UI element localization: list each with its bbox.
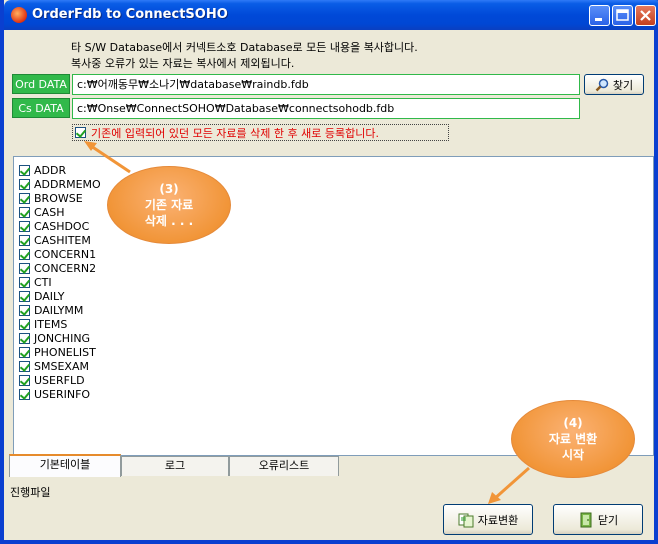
table-checkbox[interactable] [19, 234, 30, 246]
table-name: CASHDOC [34, 219, 90, 233]
table-name: ADDRMEMO [34, 177, 101, 191]
table-checkbox[interactable] [19, 360, 30, 372]
table-list-item[interactable]: DAILY [19, 289, 64, 303]
table-name: ADDR [34, 163, 67, 177]
close-button[interactable] [635, 5, 656, 26]
table-list-item[interactable]: PHONELIST [19, 345, 96, 359]
convert-button[interactable]: 자료변환 [443, 504, 533, 535]
table-list-item[interactable]: CONCERN2 [19, 261, 96, 275]
callout-4-arrow [492, 466, 530, 502]
convert-button-label: 자료변환 [477, 513, 519, 527]
cs-data-label: Cs DATA [12, 98, 70, 118]
door-exit-icon [580, 512, 592, 527]
callout-3-bubble: (3) 기존 자료 삭제 . . . [107, 166, 231, 244]
table-checkbox[interactable] [19, 304, 30, 316]
table-checkbox[interactable] [19, 276, 30, 288]
table-list-item[interactable]: USERFLD [19, 373, 85, 387]
delete-existing-option[interactable]: 기존에 입력되어 있던 모든 자료를 삭제 한 후 새로 등록합니다. [72, 124, 449, 141]
callout-3-arrowhead [84, 141, 97, 151]
table-checkbox[interactable] [19, 192, 30, 204]
table-name: JONCHING [34, 331, 91, 345]
tab-error-list[interactable]: 오류리스트 [229, 456, 339, 476]
dialog-content: 타 S/W Database에서 커넥트소호 Database로 모든 내용을 … [4, 30, 654, 540]
ord-data-path-input[interactable]: c:₩어깨동무₩소나기₩database₩raindb.fdb [72, 74, 580, 95]
description-line-2: 복사중 오류가 있는 자료는 복사에서 제외됩니다. [71, 57, 295, 70]
table-checkbox[interactable] [19, 346, 30, 358]
table-list-item[interactable]: CASH [19, 205, 64, 219]
description-line-1: 타 S/W Database에서 커넥트소호 Database로 모든 내용을 … [71, 41, 418, 54]
callout-4-arrowhead [488, 492, 501, 504]
callout-4-bubble: (4) 자료 변환 시작 [511, 400, 635, 478]
table-name: DAILYMM [34, 303, 84, 317]
table-name: USERFLD [34, 373, 85, 387]
table-checkbox[interactable] [19, 178, 30, 190]
table-list-item[interactable]: CTI [19, 275, 52, 289]
window-title: OrderFdb to ConnectSOHO [32, 7, 228, 22]
tab-log[interactable]: 로그 [121, 456, 229, 476]
table-name: CONCERN2 [34, 261, 97, 275]
table-checkbox[interactable] [19, 332, 30, 344]
callout-4-line1: 자료 변환 [548, 432, 598, 446]
table-checkbox[interactable] [19, 248, 30, 260]
table-name: DAILY [34, 289, 65, 303]
find-button[interactable]: 찾기 [584, 74, 644, 95]
table-name: PHONELIST [34, 345, 96, 359]
table-checkbox[interactable] [19, 262, 30, 274]
callout-3-number: (3) [159, 182, 179, 196]
maximize-button[interactable] [612, 5, 633, 26]
convert-icon [458, 513, 474, 527]
maximize-icon [616, 9, 629, 21]
delete-existing-checkbox[interactable] [75, 127, 86, 138]
table-list-item[interactable]: CONCERN1 [19, 247, 96, 261]
table-name: USERINFO [34, 387, 91, 401]
callout-4-number: (4) [563, 416, 583, 430]
ord-data-label: Ord DATA [12, 74, 70, 94]
table-list-item[interactable]: ITEMS [19, 317, 67, 331]
table-name: CASH [34, 205, 65, 219]
table-checkbox[interactable] [19, 164, 30, 176]
minimize-icon [595, 18, 602, 21]
table-checkbox[interactable] [19, 318, 30, 330]
table-checkbox[interactable] [19, 388, 30, 400]
table-checkbox[interactable] [19, 374, 30, 386]
close-dialog-button-label: 닫기 [597, 513, 619, 527]
minimize-button[interactable] [589, 5, 610, 26]
table-name: CTI [34, 275, 52, 289]
callout-3-line2: 삭제 . . . [144, 214, 194, 228]
table-name: CASHITEM [34, 233, 91, 247]
table-list-item[interactable]: DAILYMM [19, 303, 83, 317]
table-list-item[interactable]: CASHDOC [19, 219, 89, 233]
cs-data-path-input[interactable]: c:₩Onse₩ConnectSOHO₩Database₩connectsoho… [72, 98, 580, 119]
table-name: SMSEXAM [34, 359, 89, 373]
table-list-item[interactable]: CASHITEM [19, 233, 91, 247]
title-bar[interactable]: OrderFdb to ConnectSOHO [4, 0, 658, 30]
table-name: ITEMS [34, 317, 68, 331]
table-name: BROWSE [34, 191, 83, 205]
progress-file-label: 진행파일 [10, 486, 51, 499]
table-name: CONCERN1 [34, 247, 97, 261]
table-list-item[interactable]: ADDRMEMO [19, 177, 101, 191]
table-checkbox[interactable] [19, 206, 30, 218]
close-dialog-button[interactable]: 닫기 [553, 504, 643, 535]
app-icon [11, 7, 27, 23]
callout-3-line1: 기존 자료 [144, 198, 194, 212]
callout-4-line2: 시작 [561, 448, 585, 462]
table-list-item[interactable]: USERINFO [19, 387, 90, 401]
tab-basic-tables[interactable]: 기본테이블 [9, 454, 121, 477]
table-list-item[interactable]: BROWSE [19, 191, 83, 205]
table-list-item[interactable]: ADDR [19, 163, 66, 177]
table-checkbox[interactable] [19, 290, 30, 302]
delete-existing-label: 기존에 입력되어 있던 모든 자료를 삭제 한 후 새로 등록합니다. [91, 126, 379, 140]
table-list-item[interactable]: SMSEXAM [19, 359, 89, 373]
table-list-item[interactable]: JONCHING [19, 331, 90, 345]
find-button-label: 찾기 [612, 78, 634, 92]
table-checkbox[interactable] [19, 220, 30, 232]
close-icon [640, 10, 651, 21]
magnifier-icon [595, 78, 609, 91]
